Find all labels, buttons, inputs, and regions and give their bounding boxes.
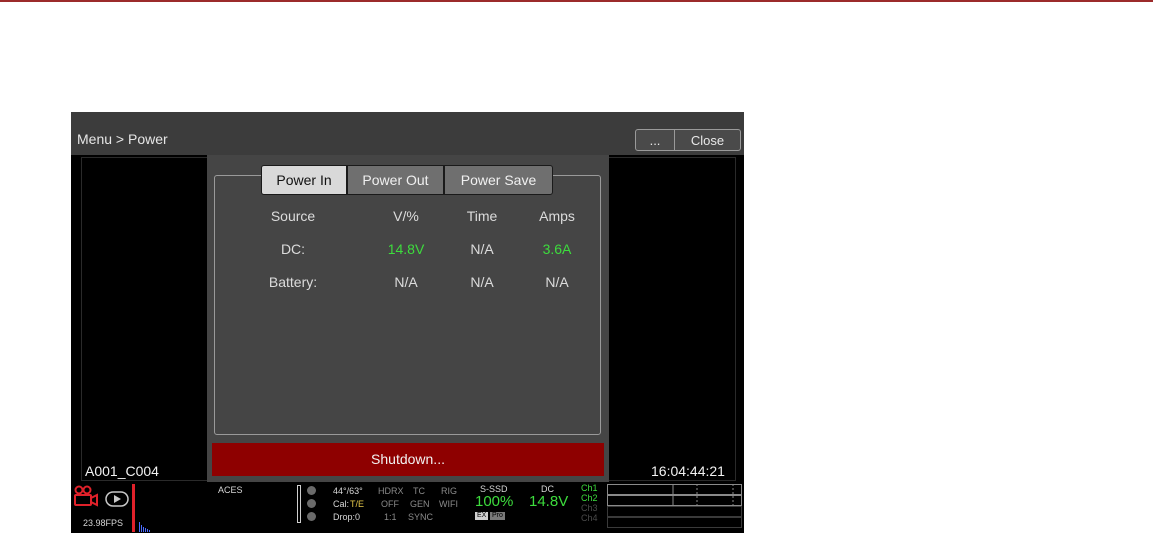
- media-tag-pro: Pro: [490, 512, 505, 520]
- histogram: [132, 484, 150, 532]
- menu-titlebar: Menu > Power ... Close: [71, 112, 744, 155]
- clip-name: A001_C004: [85, 463, 159, 479]
- tc-sync: SYNC: [408, 512, 434, 522]
- row-battery-amps: N/A: [545, 274, 569, 290]
- channel-2: Ch2: [581, 493, 598, 503]
- hdrx-label: HDRX: [378, 486, 404, 496]
- cal-value: T/E: [350, 499, 365, 509]
- tab-power-save[interactable]: Power Save: [444, 165, 553, 195]
- row-dc-source: DC:: [280, 241, 306, 257]
- breadcrumb: Menu > Power: [77, 131, 168, 147]
- tc-label: TC: [413, 486, 425, 496]
- ratio-readout: 1:1: [384, 512, 397, 522]
- col-header-amps: Amps: [539, 208, 575, 224]
- audio-meter: [297, 485, 301, 523]
- tab-power-in[interactable]: Power In: [261, 165, 347, 195]
- top-rule: [0, 0, 1153, 2]
- right-preview-pane: [608, 157, 736, 481]
- camera-screen: Menu > Power ... Close A001_C004 16:04:4…: [71, 112, 744, 533]
- rig-label: RIG: [441, 486, 458, 496]
- rig-value: WIFI: [439, 499, 458, 509]
- channel-4: Ch4: [581, 513, 598, 523]
- media-value: 100%: [475, 493, 514, 510]
- media-tag-ex: EX: [475, 512, 489, 520]
- row-dc-time: N/A: [470, 241, 494, 257]
- more-button[interactable]: ...: [635, 129, 675, 151]
- power-panel: Power In Power Out Power Save Source V/%…: [207, 155, 609, 482]
- dc-value: 14.8V: [529, 493, 569, 510]
- shutdown-button[interactable]: Shutdown...: [212, 443, 604, 476]
- row-battery-volts: N/A: [394, 274, 418, 290]
- play-icon[interactable]: [105, 491, 129, 507]
- hdrx-value: OFF: [381, 499, 399, 509]
- fps-readout: 23.98FPS: [83, 518, 124, 528]
- drop-readout: Drop:0: [333, 512, 361, 522]
- tab-power-out[interactable]: Power Out: [347, 165, 444, 195]
- channel-3: Ch3: [581, 503, 598, 513]
- col-header-time: Time: [466, 208, 498, 224]
- left-preview-pane: [81, 157, 208, 481]
- status-dot-2: [307, 499, 316, 508]
- status-dot-1: [307, 486, 316, 495]
- close-button[interactable]: Close: [675, 129, 741, 151]
- status-bar: 23.98FPS ACES 44°/63° Cal: T/E Drop:0 HD…: [71, 482, 744, 533]
- tc-value: GEN: [410, 499, 430, 509]
- temp-readout: 44°/63°: [333, 486, 363, 496]
- row-battery-time: N/A: [470, 274, 494, 290]
- color-space: ACES: [218, 485, 243, 495]
- audio-channel-meters: [607, 484, 742, 528]
- row-battery-source: Battery:: [268, 274, 318, 290]
- row-dc-amps: 3.6A: [542, 241, 572, 257]
- col-header-volts: V/%: [393, 208, 419, 224]
- status-dot-3: [307, 512, 316, 521]
- row-dc-volts: 14.8V: [387, 241, 425, 257]
- channel-1: Ch1: [581, 483, 598, 493]
- timecode: 16:04:44:21: [651, 463, 725, 479]
- col-header-source: Source: [270, 208, 316, 224]
- cal-label: Cal:: [333, 499, 350, 509]
